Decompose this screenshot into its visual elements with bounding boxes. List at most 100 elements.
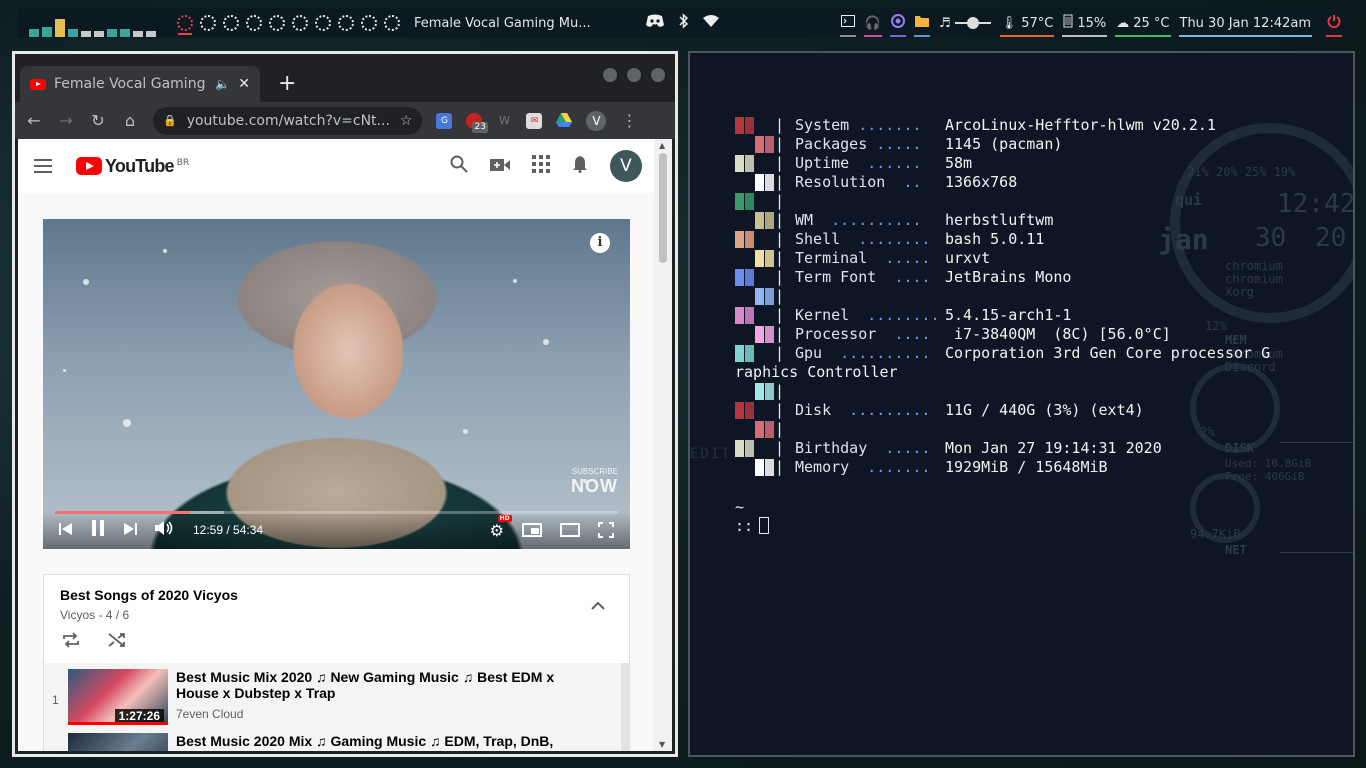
workspace-8[interactable] xyxy=(338,15,354,31)
playlist-item[interactable]: 1 1:27:26 Best Music Mix 2020 ♫ New Gami… xyxy=(44,663,621,727)
fullscreen-icon[interactable] xyxy=(598,522,614,538)
video-thumbnail[interactable]: 1:27:26 xyxy=(68,669,168,725)
separator-pipe: | xyxy=(775,135,785,153)
workspace-5[interactable] xyxy=(269,15,285,31)
search-icon[interactable] xyxy=(450,155,468,178)
previous-icon[interactable] xyxy=(59,521,73,540)
tag-indicator[interactable] xyxy=(120,29,130,37)
subscribe-watermark[interactable]: SUBSCRIBE NOW xyxy=(571,467,618,497)
volume-control[interactable]: ♬ xyxy=(938,8,992,38)
youtube-logo[interactable]: YouTube BR xyxy=(76,156,189,177)
tag-indicator[interactable] xyxy=(55,19,65,37)
new-tab-button[interactable]: + xyxy=(278,71,296,96)
ublock-extension-icon[interactable]: 23 xyxy=(466,112,488,133)
maximize-button[interactable] xyxy=(627,68,641,82)
hamburger-menu-icon[interactable] xyxy=(34,159,52,173)
menu-kebab-icon[interactable]: ⋮ xyxy=(620,111,638,130)
terminal-window[interactable]: 21% 20% 25% 19% qui 12:42 jan 30 20 chro… xyxy=(688,51,1355,757)
workspace-3[interactable] xyxy=(223,15,239,31)
color-swatch xyxy=(765,383,774,400)
wappalyzer-extension-icon[interactable]: W xyxy=(496,113,512,129)
terminal-launcher[interactable] xyxy=(839,8,856,38)
forward-icon[interactable]: → xyxy=(57,111,75,130)
volume-knob[interactable] xyxy=(967,17,980,29)
translate-extension-icon[interactable]: G xyxy=(436,112,453,129)
power-button[interactable] xyxy=(1326,8,1342,38)
back-icon[interactable]: ← xyxy=(25,111,43,130)
tab-youtube[interactable]: Female Vocal Gaming 🔈 ✕ xyxy=(20,66,260,102)
workspace-2[interactable] xyxy=(200,15,216,31)
bookmark-star-icon[interactable]: ☆ xyxy=(400,113,413,129)
settings-gear-icon[interactable]: ⚙ HD xyxy=(490,514,512,540)
workspace-6[interactable] xyxy=(292,15,308,31)
tag-indicator[interactable] xyxy=(107,29,117,37)
chrome-launcher[interactable] xyxy=(890,8,907,38)
page-scrollbar[interactable]: ▲ ▼ xyxy=(654,139,672,751)
extension-badge: 23 xyxy=(472,121,488,133)
screenshot-extension-icon[interactable]: ✉ xyxy=(526,112,543,129)
tag-indicator[interactable] xyxy=(133,31,143,37)
home-icon[interactable]: ⌂ xyxy=(121,111,139,130)
system-tray xyxy=(645,13,719,33)
close-window-button[interactable] xyxy=(651,68,665,82)
separator-pipe: | xyxy=(775,154,785,172)
discord-icon[interactable] xyxy=(645,14,665,32)
reload-icon[interactable]: ↻ xyxy=(89,111,107,130)
drive-extension-icon[interactable] xyxy=(556,112,573,129)
workspace-7[interactable] xyxy=(315,15,331,31)
speaker-icon[interactable]: 🔈 xyxy=(215,77,230,91)
tag-indicator[interactable] xyxy=(146,31,156,37)
shell-prompt[interactable]: ~ :: xyxy=(735,498,770,536)
info-button[interactable]: i xyxy=(590,233,610,253)
prompt-symbol: :: xyxy=(735,517,754,535)
color-swatch xyxy=(735,307,744,324)
tab-close-icon[interactable]: ✕ xyxy=(238,76,250,92)
wifi-icon[interactable] xyxy=(703,15,719,31)
color-swatch xyxy=(765,288,774,305)
neofetch-label: WM .......... xyxy=(795,211,922,229)
volume-slider[interactable] xyxy=(954,17,991,29)
channel-name[interactable]: 7even Cloud xyxy=(176,707,556,721)
workspace-1[interactable] xyxy=(177,15,193,35)
workspace-4[interactable] xyxy=(246,15,262,31)
workspace-10[interactable] xyxy=(384,15,400,31)
scroll-up-icon[interactable]: ▲ xyxy=(659,141,665,150)
next-icon[interactable] xyxy=(123,521,137,540)
loop-icon[interactable] xyxy=(62,632,80,653)
scrollbar-thumb[interactable] xyxy=(659,153,667,263)
clock-module[interactable]: Thu 30 Jan 12:42am xyxy=(1178,8,1312,38)
create-video-icon[interactable] xyxy=(490,155,510,177)
shuffle-icon[interactable] xyxy=(108,632,126,653)
minimize-button[interactable] xyxy=(603,68,617,82)
workspace-9[interactable] xyxy=(361,15,377,31)
profile-avatar[interactable]: V xyxy=(586,110,607,131)
account-avatar[interactable]: V xyxy=(610,150,642,182)
video-thumbnail[interactable] xyxy=(68,733,168,751)
tag-indicator[interactable] xyxy=(42,27,52,37)
neofetch-row: | Packages ..... 1145 (pacman) xyxy=(735,135,1353,154)
scroll-down-icon[interactable]: ▼ xyxy=(659,740,665,749)
playlist-item[interactable]: Best Music 2020 Mix ♫ Gaming Music ♫ EDM… xyxy=(44,727,621,751)
volume-icon[interactable] xyxy=(155,520,175,540)
theater-mode-icon[interactable] xyxy=(560,523,580,537)
tag-indicator[interactable] xyxy=(81,31,91,37)
files-launcher[interactable] xyxy=(914,8,931,38)
weather-value: 25 °C xyxy=(1133,15,1170,31)
address-bar[interactable]: 🔒 youtube.com/watch?v=cNt... ☆ xyxy=(153,106,423,135)
tag-indicator[interactable] xyxy=(94,31,104,37)
video-player[interactable]: i SUBSCRIBE NOW 12:59 / 54:34 ⚙ HD xyxy=(43,219,630,549)
playlist-title[interactable]: Best Songs of 2020 Vicyos xyxy=(60,587,613,603)
video-title[interactable]: Best Music 2020 Mix ♫ Gaming Music ♫ EDM… xyxy=(176,733,556,751)
video-title[interactable]: Best Music Mix 2020 ♫ New Gaming Music ♫… xyxy=(176,669,556,701)
apps-grid-icon[interactable] xyxy=(532,154,550,178)
headphones-launcher[interactable]: 🎧 xyxy=(863,8,883,38)
tag-indicator[interactable] xyxy=(29,29,39,37)
pause-icon[interactable] xyxy=(91,520,105,540)
collapse-chevron-icon[interactable] xyxy=(591,595,605,614)
bluetooth-icon[interactable] xyxy=(679,13,689,33)
tag-indicator[interactable] xyxy=(68,29,78,37)
miniplayer-icon[interactable] xyxy=(522,523,542,537)
weather-module: ☁ 25 °C xyxy=(1115,8,1171,38)
notifications-bell-icon[interactable] xyxy=(572,155,588,178)
playlist-scrollbar[interactable] xyxy=(621,663,629,751)
